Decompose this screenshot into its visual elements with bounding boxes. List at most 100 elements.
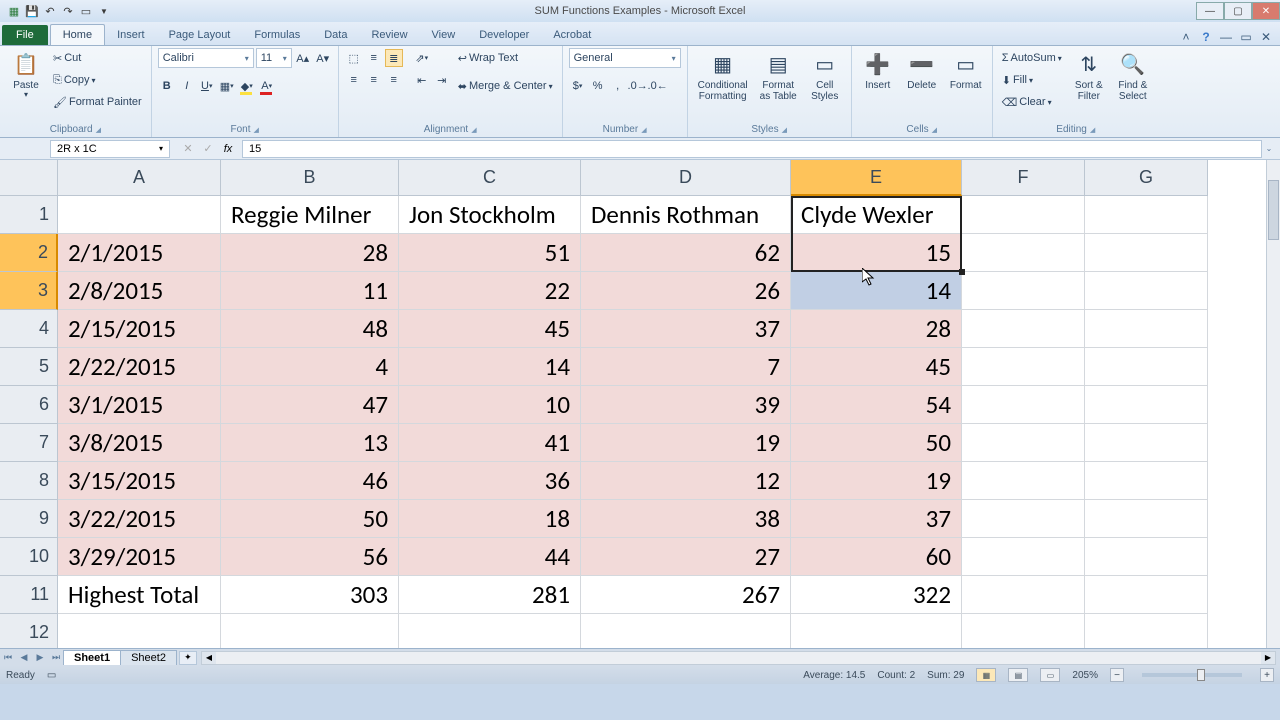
shrink-font-icon[interactable]: A▾ <box>314 49 332 67</box>
cell[interactable] <box>581 614 791 648</box>
cell[interactable] <box>962 462 1085 500</box>
sheet-tab-2[interactable]: Sheet2 <box>120 650 177 665</box>
cell[interactable]: 22 <box>399 272 581 310</box>
cell[interactable] <box>962 310 1085 348</box>
cell[interactable]: 2/1/2015 <box>58 234 221 272</box>
row-header-4[interactable]: 4 <box>0 310 58 348</box>
expand-formula-bar-button[interactable]: ⌄ <box>1262 140 1276 158</box>
cell[interactable]: 44 <box>399 538 581 576</box>
close-button[interactable]: ✕ <box>1252 2 1280 20</box>
tab-formulas[interactable]: Formulas <box>242 25 312 45</box>
cell[interactable] <box>1085 272 1208 310</box>
clear-button[interactable]: ⌫Clear▾ <box>999 92 1065 112</box>
cell[interactable]: 45 <box>399 310 581 348</box>
cell[interactable] <box>1085 234 1208 272</box>
cell[interactable]: 41 <box>399 424 581 462</box>
underline-button[interactable]: U▾ <box>198 77 216 95</box>
cells-area[interactable]: Reggie MilnerJon StockholmDennis Rothman… <box>58 196 1266 648</box>
cell[interactable]: 18 <box>399 500 581 538</box>
cell[interactable]: 54 <box>791 386 962 424</box>
view-normal-button[interactable]: ▦ <box>976 668 996 682</box>
spreadsheet-grid[interactable]: A B C D E F G 1 2 3 4 5 6 7 8 9 10 11 12… <box>0 160 1280 648</box>
cell[interactable]: 45 <box>791 348 962 386</box>
decrease-decimal-button[interactable]: .0← <box>649 77 667 95</box>
insert-cells-button[interactable]: ➕Insert <box>858 48 898 93</box>
cell[interactable]: 3/15/2015 <box>58 462 221 500</box>
zoom-thumb[interactable] <box>1197 669 1205 681</box>
cell[interactable]: 39 <box>581 386 791 424</box>
cell[interactable]: 47 <box>221 386 399 424</box>
cell[interactable]: 48 <box>221 310 399 348</box>
window-restore-icon[interactable]: ▭ <box>1238 29 1254 45</box>
font-name-dropdown[interactable]: Calibri▾ <box>158 48 254 68</box>
cell[interactable]: 28 <box>221 234 399 272</box>
number-format-dropdown[interactable]: General▾ <box>569 48 681 68</box>
delete-cells-button[interactable]: ➖Delete <box>902 48 942 93</box>
cell[interactable]: 2/15/2015 <box>58 310 221 348</box>
cell[interactable] <box>1085 462 1208 500</box>
row-header-6[interactable]: 6 <box>0 386 58 424</box>
row-header-7[interactable]: 7 <box>0 424 58 462</box>
maximize-button[interactable]: ▢ <box>1224 2 1252 20</box>
cell[interactable]: Clyde Wexler <box>791 196 962 234</box>
decrease-indent-button[interactable]: ⇤ <box>413 71 431 89</box>
minimize-button[interactable]: ― <box>1196 2 1224 20</box>
format-painter-button[interactable]: 🖌Format Painter <box>50 92 145 112</box>
cell[interactable]: 15 <box>791 234 962 272</box>
cell[interactable]: 10 <box>399 386 581 424</box>
align-left-button[interactable]: ≡ <box>345 71 363 89</box>
new-sheet-button[interactable]: ✦ <box>179 651 197 665</box>
cell[interactable]: 50 <box>791 424 962 462</box>
tab-page-layout[interactable]: Page Layout <box>157 25 243 45</box>
cut-button[interactable]: ✂Cut <box>50 48 145 68</box>
row-header-3[interactable]: 3 <box>0 272 58 310</box>
tab-view[interactable]: View <box>420 25 468 45</box>
cell[interactable] <box>962 272 1085 310</box>
cell[interactable] <box>1085 386 1208 424</box>
align-bottom-button[interactable]: ≣ <box>385 49 403 67</box>
hscroll-left[interactable]: ◀ <box>202 652 216 664</box>
cell[interactable]: 56 <box>221 538 399 576</box>
align-top-button[interactable]: ⬚ <box>345 49 363 67</box>
cell[interactable]: 46 <box>221 462 399 500</box>
bold-button[interactable]: B <box>158 77 176 95</box>
border-button[interactable]: ▦▾ <box>218 77 236 95</box>
save-icon[interactable]: 💾 <box>24 3 40 19</box>
cell[interactable]: 4 <box>221 348 399 386</box>
cell[interactable]: 7 <box>581 348 791 386</box>
view-page-layout-button[interactable]: ▤ <box>1008 668 1028 682</box>
zoom-level[interactable]: 205% <box>1072 670 1098 681</box>
format-as-table-button[interactable]: ▤Format as Table <box>756 48 801 104</box>
sort-filter-button[interactable]: ⇅Sort & Filter <box>1069 48 1109 104</box>
view-page-break-button[interactable]: ▭ <box>1040 668 1060 682</box>
cell[interactable]: 13 <box>221 424 399 462</box>
zoom-out-button[interactable]: − <box>1110 668 1124 682</box>
cell[interactable]: 12 <box>581 462 791 500</box>
row-header-8[interactable]: 8 <box>0 462 58 500</box>
cell[interactable]: 51 <box>399 234 581 272</box>
fx-button[interactable]: fx <box>218 140 238 158</box>
tab-review[interactable]: Review <box>359 25 419 45</box>
zoom-in-button[interactable]: + <box>1260 668 1274 682</box>
cell[interactable]: 3/8/2015 <box>58 424 221 462</box>
cell[interactable]: 14 <box>791 272 962 310</box>
macro-record-icon[interactable]: ▭ <box>47 670 56 681</box>
cell[interactable]: 36 <box>399 462 581 500</box>
percent-button[interactable]: % <box>589 77 607 95</box>
cell[interactable] <box>1085 538 1208 576</box>
col-header-d[interactable]: D <box>581 160 791 196</box>
cell[interactable] <box>1085 500 1208 538</box>
formula-input[interactable]: 15 <box>242 140 1262 158</box>
cell[interactable]: 28 <box>791 310 962 348</box>
cell[interactable] <box>399 614 581 648</box>
cell[interactable]: 281 <box>399 576 581 614</box>
sheet-nav-last[interactable]: ⏭ <box>48 650 64 666</box>
cell[interactable] <box>962 538 1085 576</box>
row-header-5[interactable]: 5 <box>0 348 58 386</box>
conditional-formatting-button[interactable]: ▦Conditional Formatting <box>694 48 752 104</box>
cell[interactable]: 3/22/2015 <box>58 500 221 538</box>
orientation-button[interactable]: ⇗▾ <box>413 49 431 67</box>
name-box[interactable]: 2R x 1C▾ <box>50 140 170 158</box>
cell[interactable]: Dennis Rothman <box>581 196 791 234</box>
wrap-text-button[interactable]: ↩Wrap Text <box>455 48 556 68</box>
